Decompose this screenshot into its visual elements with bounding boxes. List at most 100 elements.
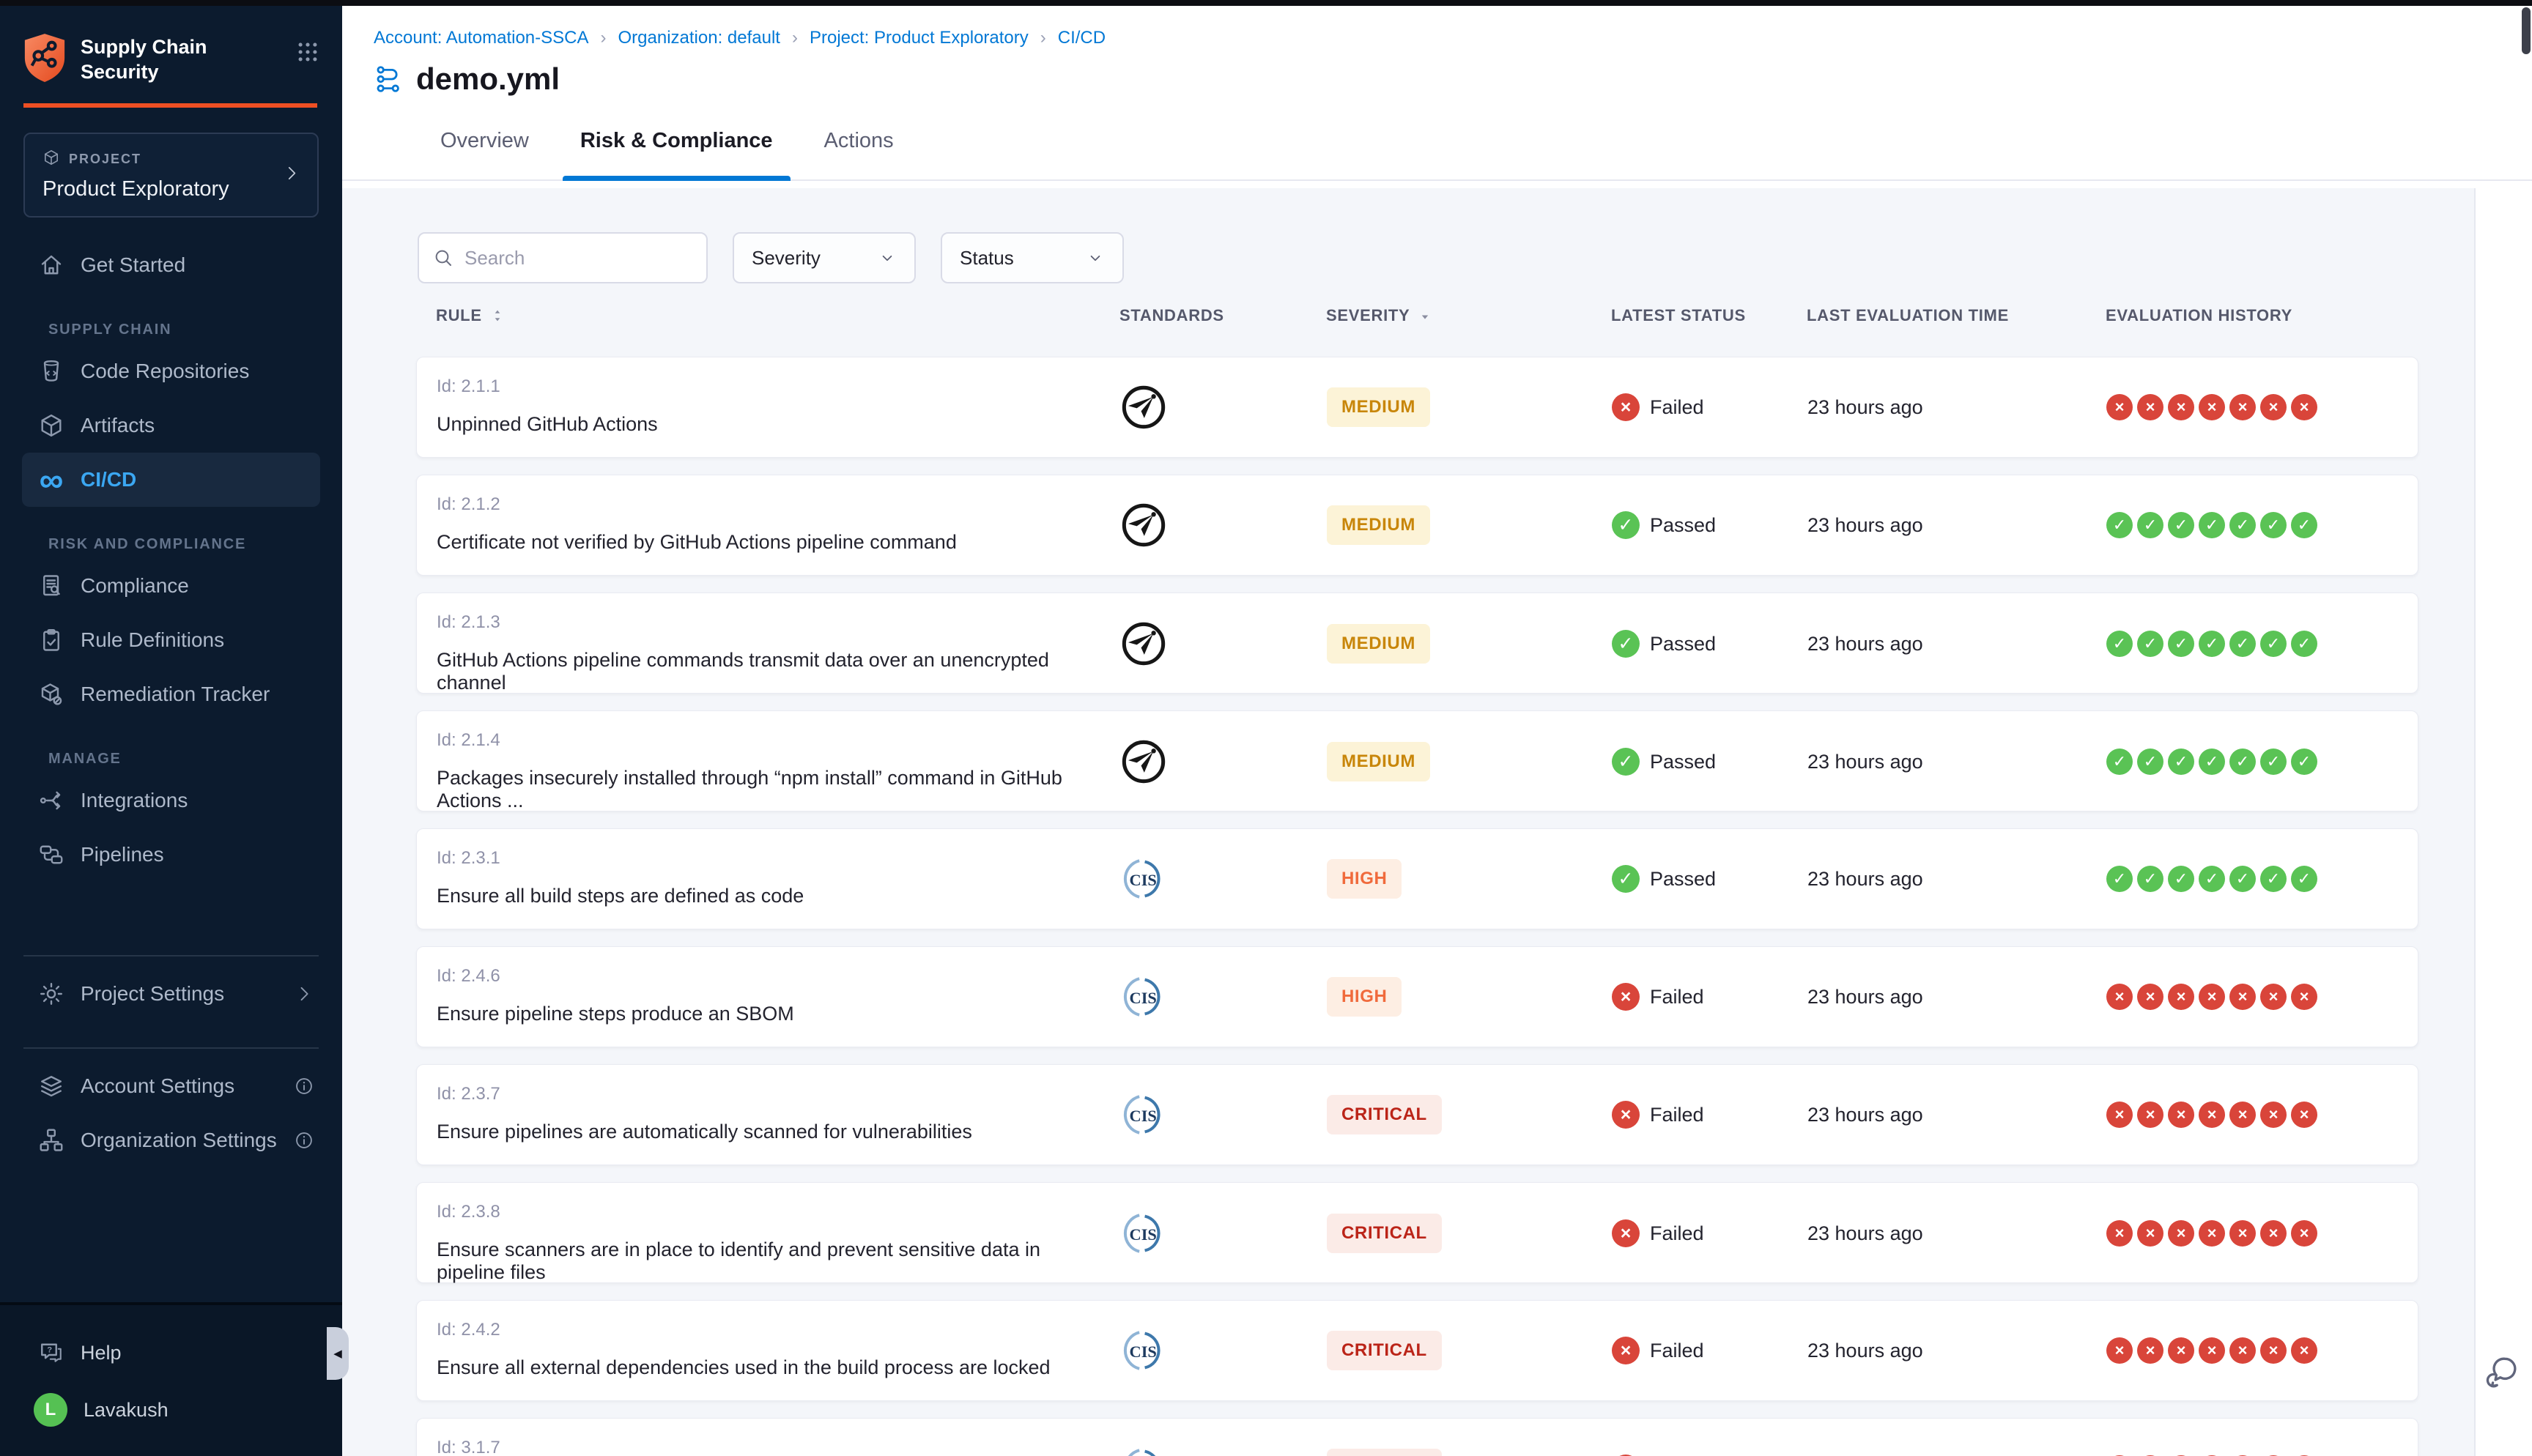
history-pass-icon[interactable]: ✓ [2199,631,2225,657]
rule-row[interactable]: Id: 2.1.4Packages insecurely installed t… [416,710,2418,811]
history-fail-icon[interactable]: × [2168,1337,2194,1364]
history-fail-icon[interactable]: × [2229,1102,2256,1128]
history-pass-icon[interactable]: ✓ [2137,631,2163,657]
sidebar-item-pipelines[interactable]: Pipelines [0,828,342,882]
history-fail-icon[interactable]: × [2106,984,2133,1010]
history-pass-icon[interactable]: ✓ [2199,749,2225,775]
history-pass-icon[interactable]: ✓ [2199,866,2225,892]
history-fail-icon[interactable]: × [2168,394,2194,420]
history-pass-icon[interactable]: ✓ [2229,749,2256,775]
chat-launcher-icon[interactable] [2483,1353,2520,1390]
history-fail-icon[interactable]: × [2229,394,2256,420]
history-fail-icon[interactable]: × [2291,1337,2317,1364]
history-fail-icon[interactable]: × [2229,984,2256,1010]
rule-row[interactable]: Id: 2.4.6Ensure pipeline steps produce a… [416,946,2418,1047]
history-fail-icon[interactable]: × [2106,1337,2133,1364]
status-filter-select[interactable]: Status [941,232,1124,283]
history-pass-icon[interactable]: ✓ [2168,749,2194,775]
rule-row[interactable]: Id: 2.1.3GitHub Actions pipeline command… [416,593,2418,694]
history-pass-icon[interactable]: ✓ [2229,631,2256,657]
history-fail-icon[interactable]: × [2137,1102,2163,1128]
sidebar-item-remediation-tracker[interactable]: Remediation Tracker [0,667,342,721]
rule-row[interactable]: Id: 2.3.7Ensure pipelines are automatica… [416,1064,2418,1165]
breadcrumb-link[interactable]: CI/CD [1058,28,1106,48]
scrollbar-thumb[interactable] [2522,7,2531,54]
sidebar-item-compliance[interactable]: Compliance [0,559,342,613]
history-fail-icon[interactable]: × [2229,1220,2256,1247]
history-fail-icon[interactable]: × [2168,1220,2194,1247]
history-pass-icon[interactable]: ✓ [2291,866,2317,892]
history-pass-icon[interactable]: ✓ [2229,512,2256,538]
rule-row[interactable]: Id: 2.3.1Ensure all build steps are defi… [416,828,2418,929]
sidebar-item-rule-definitions[interactable]: Rule Definitions [0,613,342,667]
history-pass-icon[interactable]: ✓ [2137,749,2163,775]
history-pass-icon[interactable]: ✓ [2260,749,2287,775]
history-fail-icon[interactable]: × [2260,1337,2287,1364]
history-fail-icon[interactable]: × [2199,1102,2225,1128]
sidebar-item-integrations[interactable]: Integrations [0,773,342,828]
history-fail-icon[interactable]: × [2106,1220,2133,1247]
column-header-severity[interactable]: SEVERITY [1317,306,1596,325]
breadcrumb-link[interactable]: Organization: default [618,28,780,48]
history-pass-icon[interactable]: ✓ [2199,512,2225,538]
severity-filter-select[interactable]: Severity [733,232,916,283]
user-menu[interactable]: L Lavakush [0,1381,342,1438]
help-button[interactable]: ? Help [0,1324,342,1381]
history-fail-icon[interactable]: × [2291,394,2317,420]
breadcrumb-link[interactable]: Project: Product Exploratory [810,28,1029,48]
tab-actions[interactable]: Actions [807,119,911,179]
history-fail-icon[interactable]: × [2260,984,2287,1010]
history-fail-icon[interactable]: × [2199,1337,2225,1364]
column-header-rule[interactable]: RULE [416,306,1097,325]
history-fail-icon[interactable]: × [2199,394,2225,420]
sidebar-item-get-started[interactable]: Get Started [0,238,342,292]
history-pass-icon[interactable]: ✓ [2260,631,2287,657]
rule-row[interactable]: Id: 2.1.2Certificate not verified by Git… [416,475,2418,576]
history-fail-icon[interactable]: × [2199,1220,2225,1247]
history-fail-icon[interactable]: × [2291,1102,2317,1128]
project-selector[interactable]: PROJECT Product Exploratory [23,133,319,218]
history-fail-icon[interactable]: × [2168,1102,2194,1128]
sidebar-item-project-settings[interactable]: Project Settings [0,967,342,1021]
history-pass-icon[interactable]: ✓ [2260,512,2287,538]
history-fail-icon[interactable]: × [2260,1220,2287,1247]
history-fail-icon[interactable]: × [2106,1102,2133,1128]
tab-risk-compliance[interactable]: Risk & Compliance [563,119,791,179]
history-pass-icon[interactable]: ✓ [2291,749,2317,775]
module-grid-icon[interactable] [295,32,320,68]
history-pass-icon[interactable]: ✓ [2137,866,2163,892]
sidebar-item-code-repositories[interactable]: Code Repositories [0,344,342,398]
history-fail-icon[interactable]: × [2260,394,2287,420]
history-pass-icon[interactable]: ✓ [2106,631,2133,657]
sidebar-collapse-handle[interactable]: ◀ [327,1327,349,1380]
column-header-latest-status[interactable]: LATEST STATUS [1596,306,1786,325]
history-pass-icon[interactable]: ✓ [2106,749,2133,775]
history-fail-icon[interactable]: × [2199,984,2225,1010]
column-header-evaluation-history[interactable]: EVALUATION HISTORY [2079,306,2418,325]
sidebar-item-organization-settings[interactable]: Organization Settings [0,1113,342,1167]
history-fail-icon[interactable]: × [2137,394,2163,420]
history-fail-icon[interactable]: × [2291,1220,2317,1247]
column-header-standards[interactable]: STANDARDS [1097,306,1317,325]
history-pass-icon[interactable]: ✓ [2168,866,2194,892]
history-pass-icon[interactable]: ✓ [2106,512,2133,538]
rule-row[interactable]: Id: 2.1.1Unpinned GitHub ActionsMEDIUM×F… [416,357,2418,458]
history-pass-icon[interactable]: ✓ [2291,631,2317,657]
tab-overview[interactable]: Overview [423,119,547,179]
sidebar-item-artifacts[interactable]: Artifacts [0,398,342,453]
rule-row[interactable]: Id: 2.4.2Ensure all external dependencie… [416,1300,2418,1401]
search-input[interactable] [464,247,684,270]
history-pass-icon[interactable]: ✓ [2106,866,2133,892]
history-fail-icon[interactable]: × [2168,984,2194,1010]
history-fail-icon[interactable]: × [2291,984,2317,1010]
history-pass-icon[interactable]: ✓ [2168,512,2194,538]
column-header-last-evaluation-time[interactable]: LAST EVALUATION TIME [1786,306,2079,325]
history-pass-icon[interactable]: ✓ [2260,866,2287,892]
history-pass-icon[interactable]: ✓ [2229,866,2256,892]
history-pass-icon[interactable]: ✓ [2291,512,2317,538]
history-pass-icon[interactable]: ✓ [2137,512,2163,538]
sidebar-item-account-settings[interactable]: Account Settings [0,1059,342,1113]
sidebar-item-ci-cd[interactable]: ∞CI/CD [22,453,320,507]
breadcrumb-link[interactable]: Account: Automation-SSCA [374,28,588,48]
history-fail-icon[interactable]: × [2260,1102,2287,1128]
